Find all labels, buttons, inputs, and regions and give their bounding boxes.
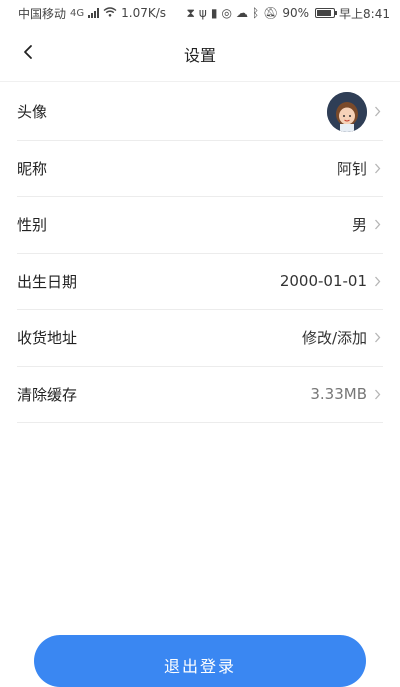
usb-icon: ψ — [198, 6, 207, 20]
settings-row-avatar[interactable]: 头像 — [17, 84, 383, 141]
status-bar: 中国移动 4G 1.07K/s ⧗ ψ ▮ ◎ ☁ ᛒ 🔕︎ 90% 早上8:4… — [0, 0, 400, 26]
cloud-icon: ☁ — [235, 6, 248, 20]
row-value-address: 修改/添加 — [301, 329, 367, 348]
bluetooth-icon: ᛒ — [251, 6, 260, 20]
chevron-right-icon — [371, 388, 383, 400]
lte-icon: 4G — [70, 7, 85, 19]
chevron-right-icon — [371, 332, 383, 344]
settings-list: 头像 昵称 阿钊 性别 男 出生日期 2000-01-01 收货地址 修改/添加… — [17, 84, 383, 423]
status-right: ⧗ ψ ▮ ◎ ☁ ᛒ 🔕︎ 90% 早上8:41 — [186, 5, 390, 22]
row-value-nickname: 阿钊 — [336, 159, 367, 178]
row-label-gender: 性别 — [17, 216, 48, 235]
row-right-avatar — [327, 91, 383, 132]
chevron-right-icon — [371, 162, 383, 174]
row-right-birthday: 2000-01-01 — [280, 272, 383, 290]
settings-row-nickname[interactable]: 昵称 阿钊 — [17, 141, 383, 197]
avatar — [327, 91, 367, 132]
clock: 早上8:41 — [339, 6, 390, 21]
back-button[interactable] — [14, 40, 42, 68]
row-label-nickname: 昵称 — [17, 159, 48, 178]
row-label-birthday: 出生日期 — [17, 272, 78, 291]
status-left: 中国移动 4G 1.07K/s — [18, 5, 166, 22]
settings-row-birthday[interactable]: 出生日期 2000-01-01 — [17, 254, 383, 310]
battery-saver-icon: ▮ — [210, 6, 218, 20]
signal-icon — [88, 8, 100, 18]
row-right-gender: 男 — [352, 214, 383, 235]
battery-icon — [315, 8, 338, 18]
row-value-cache: 3.33MB — [310, 385, 367, 404]
battery-percent: 90% — [282, 6, 310, 20]
chevron-left-icon — [22, 44, 34, 64]
row-right-cache: 3.33MB — [310, 385, 383, 403]
page-title: 设置 — [183, 45, 216, 65]
chevron-right-icon — [371, 106, 383, 118]
hourglass-icon: ⧗ — [186, 5, 195, 20]
row-value-gender: 男 — [351, 216, 367, 235]
row-label-cache: 清除缓存 — [17, 385, 78, 404]
row-right-nickname: 阿钊 — [337, 158, 383, 179]
row-label-address: 收货地址 — [17, 329, 78, 348]
sync-icon: ◎ — [221, 6, 232, 20]
settings-row-address[interactable]: 收货地址 修改/添加 — [17, 310, 383, 367]
row-label-avatar: 头像 — [17, 103, 48, 122]
wifi-icon — [103, 6, 117, 20]
row-right-address: 修改/添加 — [302, 327, 383, 348]
row-value-birthday: 2000-01-01 — [279, 272, 367, 291]
network-speed: 1.07K/s — [121, 6, 167, 20]
mute-icon: 🔕︎ — [263, 6, 279, 20]
carrier-name: 中国移动 — [18, 6, 67, 21]
logout-button[interactable]: 退出登录 — [34, 635, 366, 687]
chevron-right-icon — [371, 219, 383, 231]
nav-bar: 设置 — [0, 26, 400, 82]
settings-row-cache[interactable]: 清除缓存 3.33MB — [17, 367, 383, 423]
chevron-right-icon — [371, 275, 383, 287]
settings-row-gender[interactable]: 性别 男 — [17, 197, 383, 254]
